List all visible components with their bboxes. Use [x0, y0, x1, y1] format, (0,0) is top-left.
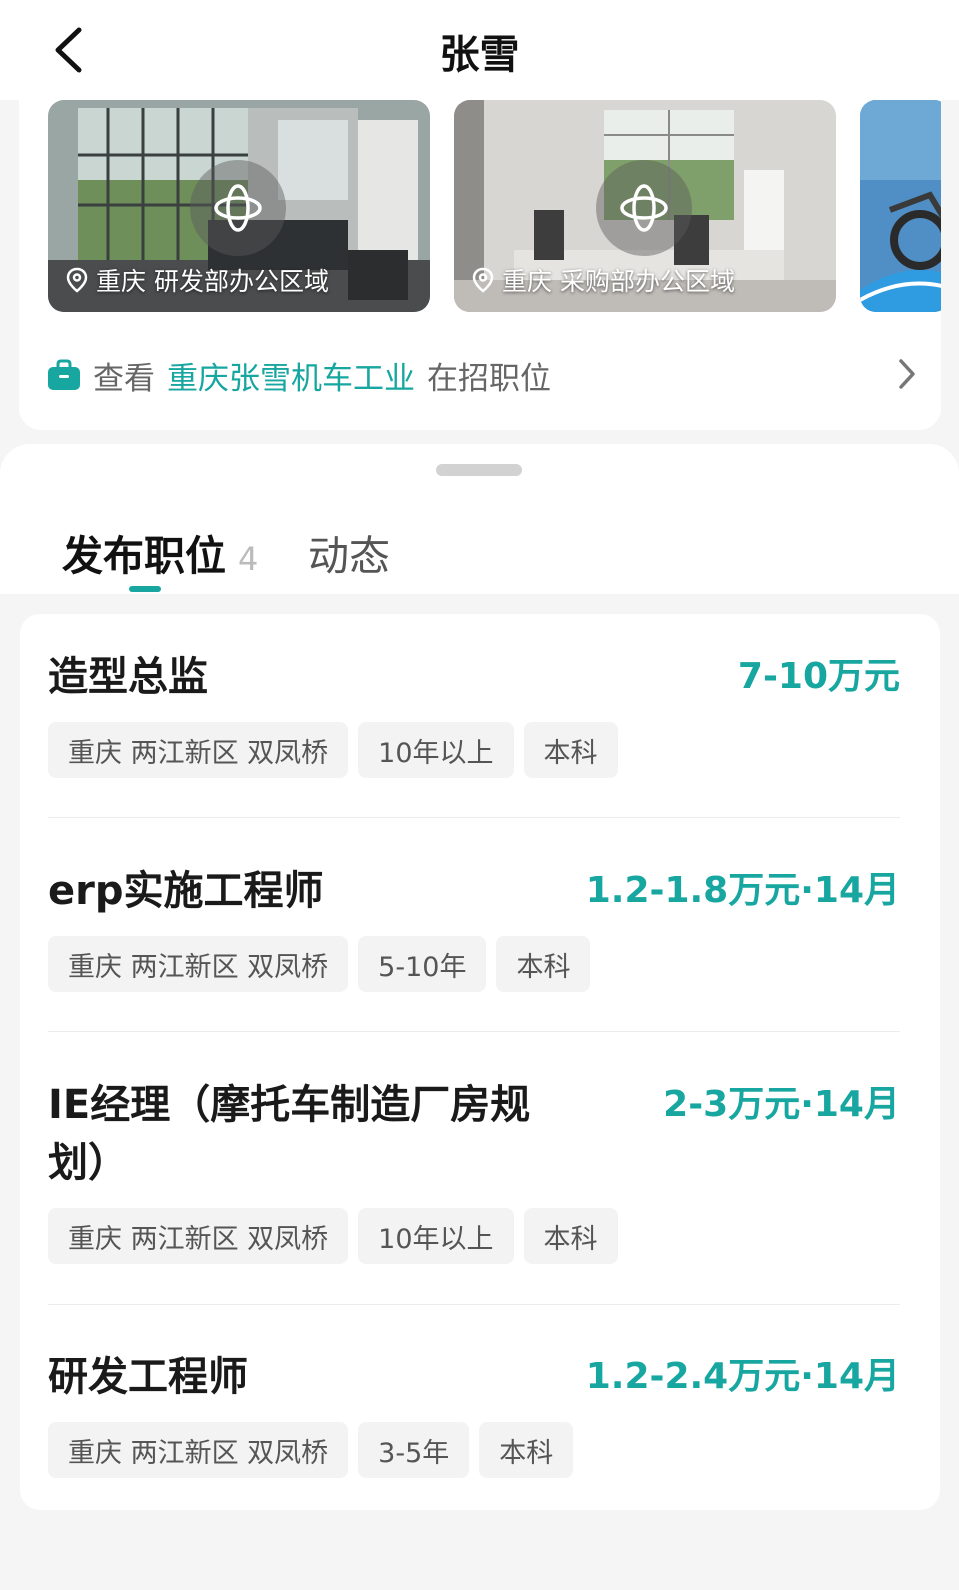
drag-handle[interactable] [436, 464, 522, 476]
photo-area: 采购部办公区域 [560, 267, 736, 296]
job-tags: 重庆 两江新区 双凤桥 3-5年 本科 [48, 1422, 574, 1478]
jobs-link-suffix: 在招职位 [427, 360, 551, 397]
job-title-line: 划） [48, 1140, 128, 1186]
job-title: IE经理（摩托车制造厂房规 划） [48, 1076, 588, 1192]
job-tags: 重庆 两江新区 双凤桥 5-10年 本科 [48, 936, 591, 992]
job-item[interactable]: 研发工程师 1.2-2.4万元·14月 重庆 两江新区 双凤桥 3-5年 本科 [48, 1348, 900, 1488]
job-tag-experience: 10年以上 [358, 1208, 514, 1264]
job-list: 造型总监 7-10万元 重庆 两江新区 双凤桥 10年以上 本科 erp实施工程… [20, 614, 940, 1510]
company-jobs-link[interactable]: 查看 重庆张雪机车工业 在招职位 [47, 350, 917, 400]
job-tag-education: 本科 [523, 1208, 618, 1264]
photo-gallery[interactable]: 重庆 研发部办公区域 重庆 采购部办公区域 [48, 100, 941, 312]
location-pin-icon [66, 267, 88, 293]
gallery-photo[interactable] [860, 100, 941, 312]
job-tag-location: 重庆 两江新区 双凤桥 [48, 722, 349, 778]
page-title: 张雪 [439, 32, 520, 78]
job-salary: 1.2-2.4万元·14月 [585, 1356, 900, 1397]
job-item[interactable]: IE经理（摩托车制造厂房规 划） 2-3万元·14月 重庆 两江新区 双凤桥 1… [48, 1076, 900, 1286]
divider [48, 1304, 900, 1305]
job-tag-education: 本科 [479, 1422, 574, 1478]
gallery-photo[interactable]: 重庆 研发部办公区域 [48, 100, 430, 312]
job-list-area: 造型总监 7-10万元 重庆 两江新区 双凤桥 10年以上 本科 erp实施工程… [0, 594, 959, 1590]
job-salary: 1.2-1.8万元·14月 [585, 870, 900, 911]
briefcase-icon [48, 359, 80, 390]
divider [48, 817, 900, 818]
job-tags: 重庆 两江新区 双凤桥 10年以上 本科 [48, 722, 618, 778]
photo-caption: 重庆 采购部办公区域 [472, 262, 735, 298]
company-name-link[interactable]: 重庆张雪机车工业 [167, 353, 415, 398]
tab-posted-jobs-count: 4 [238, 540, 259, 578]
tab-posted-jobs-label: 发布职位 [62, 532, 226, 580]
chevron-right-icon [899, 359, 915, 389]
job-tag-education: 本科 [496, 936, 591, 992]
job-tag-location: 重庆 两江新区 双凤桥 [48, 1422, 349, 1478]
job-tag-location: 重庆 两江新区 双凤桥 [48, 1208, 349, 1264]
panorama-button[interactable] [596, 160, 692, 256]
job-tag-experience: 3-5年 [358, 1422, 470, 1478]
job-title: erp实施工程师 [48, 868, 324, 914]
company-media-card: 重庆 研发部办公区域 重庆 采购部办公区域 查看 重庆张雪机车工业 在招职位 [19, 100, 941, 430]
photo-area: 研发部办公区域 [154, 267, 330, 296]
jobs-link-prefix: 查看 [93, 360, 155, 397]
photo-location: 重庆 [502, 267, 553, 296]
job-salary: 2-3万元·14月 [663, 1084, 900, 1125]
panorama-icon [620, 184, 668, 232]
job-item[interactable]: 造型总监 7-10万元 重庆 两江新区 双凤桥 10年以上 本科 [48, 648, 900, 788]
active-tab-indicator [129, 586, 161, 592]
nav-bar: 张雪 [0, 0, 959, 100]
job-item[interactable]: erp实施工程师 1.2-1.8万元·14月 重庆 两江新区 双凤桥 5-10年… [48, 862, 900, 1002]
job-title-line: IE经理（摩托车制造厂房规 [48, 1082, 531, 1128]
photo-location: 重庆 [96, 267, 147, 296]
motorcycle-photo-image [860, 100, 941, 312]
panorama-button[interactable] [190, 160, 286, 256]
job-tag-education: 本科 [523, 722, 618, 778]
jobs-sheet: 发布职位 4 动态 造型总监 7-10万元 重庆 两江新区 双凤桥 10年以上 本… [0, 444, 959, 1590]
job-tag-experience: 5-10年 [358, 936, 487, 992]
tab-posted-jobs[interactable]: 发布职位 4 [62, 522, 258, 582]
job-tag-experience: 10年以上 [358, 722, 514, 778]
tab-activity[interactable]: 动态 [308, 522, 390, 582]
job-salary: 7-10万元 [737, 656, 900, 697]
gallery-photo[interactable]: 重庆 采购部办公区域 [454, 100, 836, 312]
job-tags: 重庆 两江新区 双凤桥 10年以上 本科 [48, 1208, 618, 1264]
divider [48, 1031, 900, 1032]
panorama-icon [214, 184, 262, 232]
job-title: 研发工程师 [48, 1354, 248, 1400]
location-pin-icon [472, 267, 494, 293]
job-tag-location: 重庆 两江新区 双凤桥 [48, 936, 349, 992]
photo-caption: 重庆 研发部办公区域 [66, 262, 329, 298]
job-title: 造型总监 [48, 654, 208, 700]
